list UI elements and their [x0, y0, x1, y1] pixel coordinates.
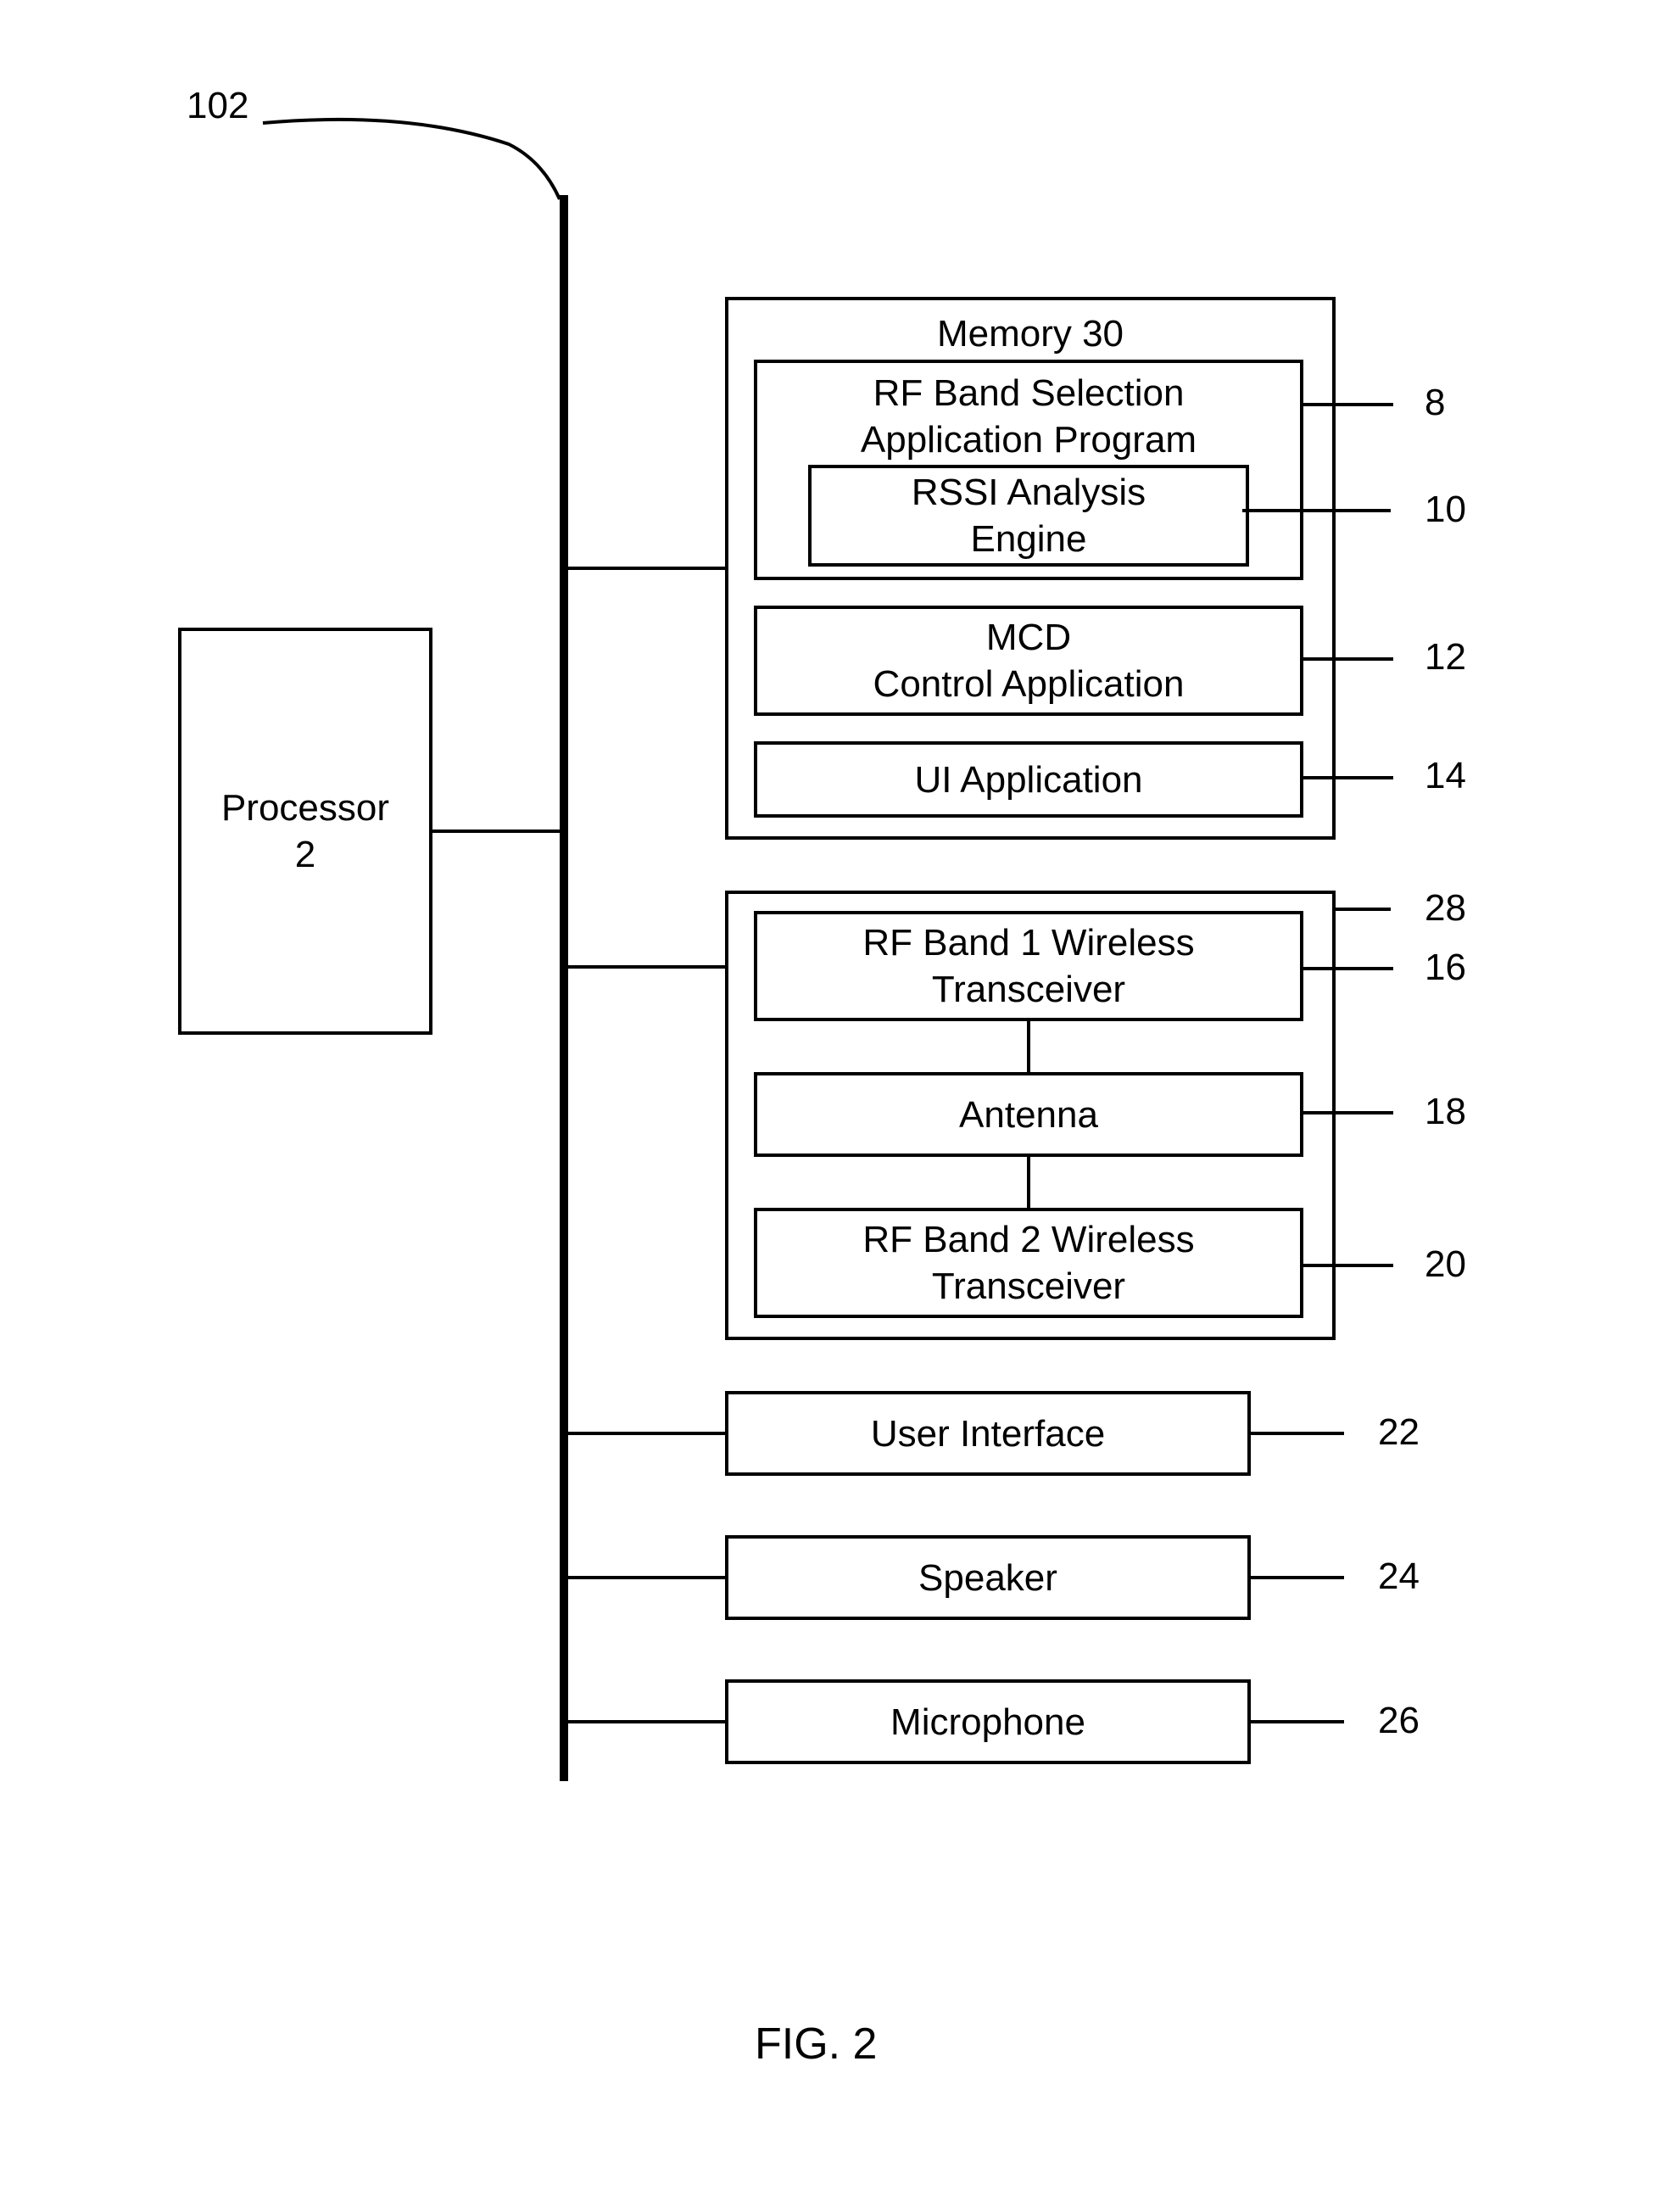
- leader-28: [1336, 908, 1391, 911]
- rf-band-selection-box: RF Band Selection Application Program RS…: [754, 360, 1303, 580]
- leader-14: [1300, 776, 1393, 779]
- ui-application-box: UI Application: [754, 741, 1303, 818]
- rf-block: RF Band 1 Wireless Transceiver Antenna R…: [725, 891, 1336, 1340]
- leader-24: [1251, 1576, 1344, 1579]
- ref-28: 28: [1425, 887, 1466, 930]
- leader-20: [1300, 1264, 1393, 1267]
- ref-102-leader: [254, 93, 568, 204]
- wire-bus-ui: [568, 1432, 725, 1435]
- system-bus: [560, 195, 568, 1781]
- ref-24: 24: [1378, 1556, 1420, 1598]
- wire-processor-bus: [432, 830, 560, 833]
- memory-title: Memory 30: [728, 310, 1332, 357]
- memory-block: Memory 30 RF Band Selection Application …: [725, 297, 1336, 840]
- wire-bus-memory: [568, 567, 725, 570]
- rf-band-selection-label: RF Band Selection Application Program: [757, 370, 1300, 463]
- mcd-control-box: MCD Control Application: [754, 606, 1303, 716]
- leader-8: [1300, 403, 1393, 406]
- ref-10: 10: [1425, 489, 1466, 531]
- ref-26: 26: [1378, 1700, 1420, 1742]
- microphone-box: Microphone: [725, 1679, 1251, 1764]
- rf-band2-box: RF Band 2 Wireless Transceiver: [754, 1208, 1303, 1318]
- user-interface-box: User Interface: [725, 1391, 1251, 1476]
- antenna-box: Antenna: [754, 1072, 1303, 1157]
- leader-22: [1251, 1432, 1344, 1435]
- wire-bus-mic: [568, 1720, 725, 1723]
- ref-8: 8: [1425, 382, 1445, 424]
- wire-bus-speaker: [568, 1576, 725, 1579]
- rf-band1-box: RF Band 1 Wireless Transceiver: [754, 911, 1303, 1021]
- wire-antenna-band2: [1027, 1157, 1030, 1208]
- ref-22: 22: [1378, 1411, 1420, 1454]
- rssi-engine-box: RSSI Analysis Engine: [808, 465, 1249, 567]
- ref-102: 102: [187, 85, 248, 127]
- processor-block: Processor 2: [178, 628, 432, 1035]
- wire-band1-antenna: [1027, 1021, 1030, 1072]
- figure-label: FIG. 2: [755, 2019, 877, 2070]
- ref-16: 16: [1425, 947, 1466, 989]
- ref-18: 18: [1425, 1091, 1466, 1133]
- ref-14: 14: [1425, 755, 1466, 797]
- leader-12: [1300, 657, 1393, 661]
- leader-16: [1300, 967, 1393, 970]
- leader-18: [1300, 1111, 1393, 1114]
- leader-10: [1242, 509, 1391, 512]
- wire-bus-rfblock: [568, 965, 725, 969]
- leader-26: [1251, 1720, 1344, 1723]
- ref-20: 20: [1425, 1243, 1466, 1286]
- speaker-box: Speaker: [725, 1535, 1251, 1620]
- diagram-canvas: 102 Processor 2 Memory 30 RF Band Select…: [0, 0, 1668, 2212]
- ref-12: 12: [1425, 636, 1466, 679]
